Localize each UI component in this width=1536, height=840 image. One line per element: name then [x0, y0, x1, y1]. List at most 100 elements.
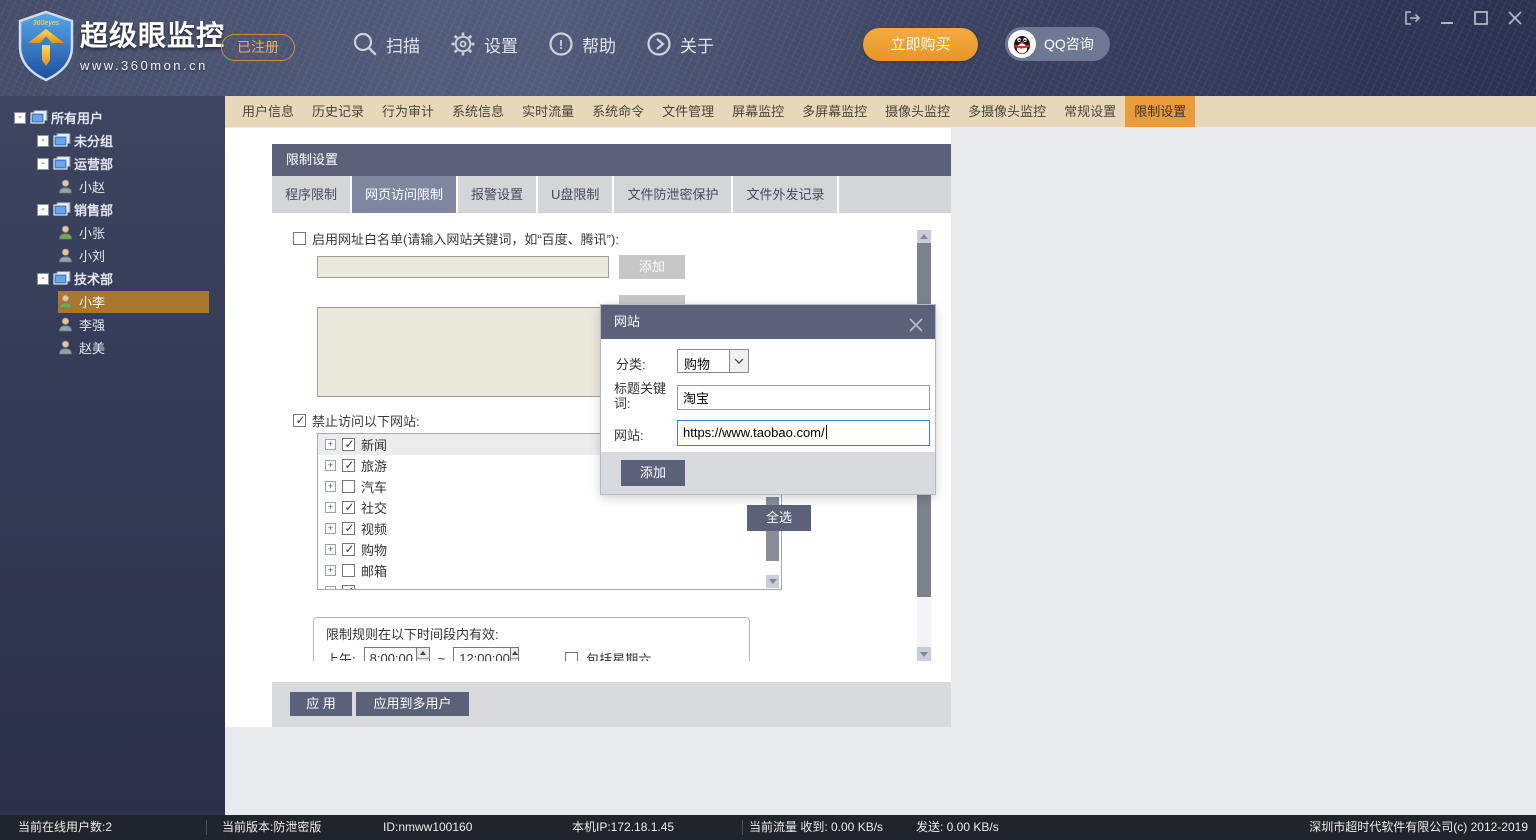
- main-tab[interactable]: 文件管理: [653, 96, 723, 127]
- close-icon[interactable]: [907, 313, 925, 331]
- header-nav: 扫描 设置 !帮助 关于: [352, 0, 714, 88]
- main-tab[interactable]: 系统信息: [443, 96, 513, 127]
- dialog-titlebar: 网站: [601, 305, 935, 339]
- header-nav-item[interactable]: 关于: [646, 31, 714, 57]
- sidebar-group-item[interactable]: -运营部: [0, 152, 225, 175]
- category-select[interactable]: 购物: [677, 349, 749, 373]
- sidebar-item-body: 小张: [58, 222, 209, 244]
- include-saturday-checkbox[interactable]: [565, 652, 578, 662]
- select-all-button[interactable]: 全选: [747, 505, 811, 531]
- expand-icon[interactable]: +: [325, 439, 336, 450]
- user-icon: [58, 340, 76, 356]
- sidebar-user-item[interactable]: 小张: [0, 221, 225, 244]
- time-from-value[interactable]: 8:00:00: [365, 648, 416, 661]
- category-row[interactable]: +邮箱: [318, 560, 781, 581]
- sub-tab[interactable]: 网页访问限制: [352, 176, 458, 213]
- sub-tab[interactable]: 报警设置: [458, 176, 538, 213]
- sidebar-group-item[interactable]: -所有用户: [0, 106, 225, 129]
- dialog-add-button[interactable]: 添加: [621, 460, 685, 486]
- expand-icon[interactable]: +: [325, 523, 336, 534]
- whitelist-listbox[interactable]: [317, 307, 611, 397]
- expand-icon[interactable]: +: [325, 586, 336, 590]
- site-url-input[interactable]: https://www.taobao.com/: [677, 420, 930, 446]
- sidebar-user-item[interactable]: 李强: [0, 313, 225, 336]
- category-checkbox[interactable]: [342, 438, 355, 451]
- sub-tab[interactable]: 文件外发记录: [733, 176, 839, 213]
- maximize-icon[interactable]: [1472, 10, 1490, 26]
- category-checkbox[interactable]: [342, 459, 355, 472]
- header-nav-item[interactable]: !帮助: [548, 31, 616, 57]
- status-company: 深圳市超时代软件有限公司(c) 2012-2019: [1309, 815, 1528, 840]
- spin-up-icon[interactable]: [417, 648, 429, 659]
- collapse-icon[interactable]: -: [37, 273, 49, 285]
- main-tab[interactable]: 限制设置: [1125, 96, 1195, 127]
- header-nav-item[interactable]: 扫描: [352, 31, 420, 57]
- spin-down-icon[interactable]: [417, 659, 429, 662]
- whitelist-keyword-input[interactable]: [317, 256, 609, 278]
- chevron-down-icon[interactable]: [729, 350, 748, 372]
- main-tab[interactable]: 多摄像头监控: [959, 96, 1055, 127]
- minimize-icon[interactable]: [1438, 10, 1456, 26]
- category-label: 新闻: [361, 435, 387, 454]
- main-tab[interactable]: 摄像头监控: [876, 96, 959, 127]
- time-to-value[interactable]: 12:00:00: [454, 648, 510, 661]
- apply-multi-user-button[interactable]: 应用到多用户: [356, 692, 469, 716]
- close-icon[interactable]: [1506, 10, 1524, 26]
- main-tab[interactable]: 历史记录: [303, 96, 373, 127]
- category-row[interactable]: +社交: [318, 497, 781, 518]
- tree-scroll-down-button[interactable]: [766, 575, 779, 588]
- keyword-input[interactable]: [677, 385, 930, 410]
- whitelist-add-button[interactable]: 添加: [619, 255, 685, 279]
- arrow-up-icon: [920, 234, 928, 239]
- sub-tab[interactable]: 文件防泄密保护: [614, 176, 733, 213]
- expand-icon[interactable]: +: [325, 502, 336, 513]
- main-tab[interactable]: 多屏幕监控: [793, 96, 876, 127]
- sidebar-item-body: 小李: [58, 291, 209, 313]
- apply-button[interactable]: 应 用: [290, 692, 352, 716]
- category-checkbox[interactable]: [342, 501, 355, 514]
- sidebar-group-item[interactable]: -未分组: [0, 129, 225, 152]
- sidebar-user-item[interactable]: 小赵: [0, 175, 225, 198]
- expand-icon[interactable]: +: [325, 565, 336, 576]
- qq-consult-button[interactable]: QQ咨询: [1005, 27, 1110, 61]
- collapse-icon[interactable]: -: [37, 204, 49, 216]
- collapse-icon[interactable]: -: [14, 112, 26, 124]
- category-row[interactable]: +: [318, 581, 781, 590]
- blacklist-checkbox[interactable]: [293, 414, 306, 427]
- main-tab[interactable]: 屏幕监控: [723, 96, 793, 127]
- expand-icon[interactable]: +: [325, 481, 336, 492]
- header-nav-item[interactable]: 设置: [450, 31, 518, 57]
- main-tab[interactable]: 用户信息: [233, 96, 303, 127]
- category-row[interactable]: +购物: [318, 539, 781, 560]
- sub-tab[interactable]: U盘限制: [538, 176, 614, 213]
- sidebar-user-item[interactable]: 小刘: [0, 244, 225, 267]
- spin-down-icon[interactable]: [511, 659, 518, 662]
- whitelist-checkbox[interactable]: [293, 232, 306, 245]
- buy-now-button[interactable]: 立即购买: [863, 28, 978, 61]
- sidebar-group-item[interactable]: -销售部: [0, 198, 225, 221]
- expand-icon[interactable]: +: [325, 460, 336, 471]
- category-row[interactable]: +视频: [318, 518, 781, 539]
- sidebar-user-item[interactable]: 小李: [0, 290, 225, 313]
- sidebar-user-item[interactable]: 赵美: [0, 336, 225, 359]
- category-checkbox[interactable]: [342, 522, 355, 535]
- logout-icon[interactable]: [1404, 10, 1422, 26]
- main-tab[interactable]: 系统命令: [583, 96, 653, 127]
- main-tab[interactable]: 常规设置: [1055, 96, 1125, 127]
- collapse-icon[interactable]: -: [37, 135, 49, 147]
- category-checkbox[interactable]: [342, 480, 355, 493]
- category-checkbox[interactable]: [342, 543, 355, 556]
- sub-tab[interactable]: 程序限制: [272, 176, 352, 213]
- status-version: 当前版本:防泄密版: [222, 815, 321, 840]
- category-checkbox[interactable]: [342, 585, 355, 590]
- collapse-icon[interactable]: -: [37, 158, 49, 170]
- sidebar-group-item[interactable]: -技术部: [0, 267, 225, 290]
- category-checkbox[interactable]: [342, 564, 355, 577]
- keyword-label: 标题关键词:: [614, 381, 682, 411]
- content-scroll-up-button[interactable]: [917, 230, 931, 243]
- content-scroll-down-button[interactable]: [917, 647, 931, 661]
- main-tab[interactable]: 实时流量: [513, 96, 583, 127]
- spin-up-icon[interactable]: [511, 648, 518, 659]
- expand-icon[interactable]: +: [325, 544, 336, 555]
- main-tab[interactable]: 行为审计: [373, 96, 443, 127]
